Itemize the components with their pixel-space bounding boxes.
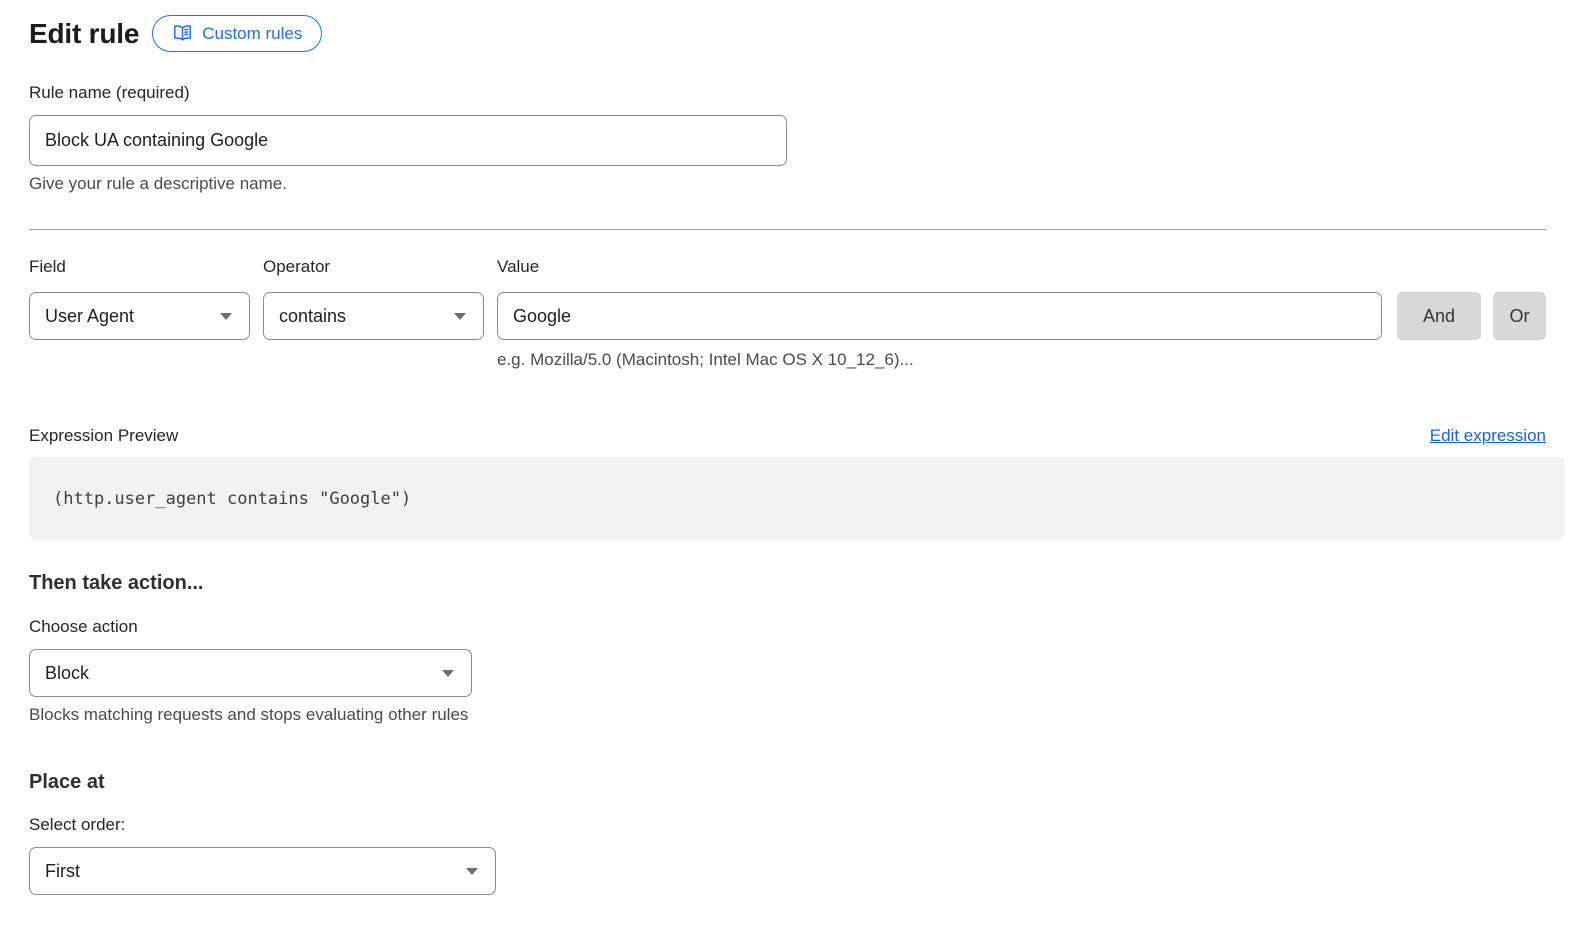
rule-name-label: Rule name (required) [29,83,1546,103]
action-select-value: Block [45,663,89,684]
expression-header: Expression Preview Edit expression [29,426,1546,446]
edit-expression-link[interactable]: Edit expression [1430,426,1546,446]
chevron-down-icon [220,313,232,320]
place-at-heading: Place at [29,771,1546,794]
field-select-value: User Agent [45,306,134,327]
or-button[interactable]: Or [1493,292,1546,340]
action-help: Blocks matching requests and stops evalu… [29,704,1546,725]
chevron-down-icon [466,868,478,875]
order-select[interactable]: First [29,847,496,895]
select-order-label: Select order: [29,815,1546,835]
choose-action-label: Choose action [29,617,1546,637]
order-select-value: First [45,861,80,882]
operator-column: Operator contains [263,257,484,340]
field-label: Field [29,257,250,277]
value-label: Value [497,257,1382,277]
expression-preview-box: (http.user_agent contains "Google") [29,457,1565,540]
edit-rule-page: Edit rule Custom rules Rule name (requir… [0,0,1587,952]
chevron-down-icon [454,313,466,320]
expression-code: (http.user_agent contains "Google") [53,489,411,509]
page-title: Edit rule [29,15,139,52]
rule-name-help: Give your rule a descriptive name. [29,173,1546,194]
value-help: e.g. Mozilla/5.0 (Macintosh; Intel Mac O… [497,349,1382,370]
custom-rules-label: Custom rules [202,24,302,44]
page-header: Edit rule Custom rules [29,15,1546,52]
expression-preview-label: Expression Preview [29,426,178,446]
and-button[interactable]: And [1397,292,1481,340]
field-select[interactable]: User Agent [29,292,250,340]
condition-row: Field User Agent Operator contains Value… [29,257,1546,370]
operator-select[interactable]: contains [263,292,484,340]
value-column: Value e.g. Mozilla/5.0 (Macintosh; Intel… [497,257,1382,370]
section-divider [29,229,1546,230]
custom-rules-badge[interactable]: Custom rules [152,15,322,52]
rule-name-input[interactable] [29,115,787,166]
operator-label: Operator [263,257,484,277]
action-select[interactable]: Block [29,649,472,697]
action-heading: Then take action... [29,572,1546,595]
chevron-down-icon [442,670,454,677]
operator-select-value: contains [279,306,346,327]
value-input[interactable] [497,292,1382,340]
field-column: Field User Agent [29,257,250,340]
book-icon [172,23,193,44]
